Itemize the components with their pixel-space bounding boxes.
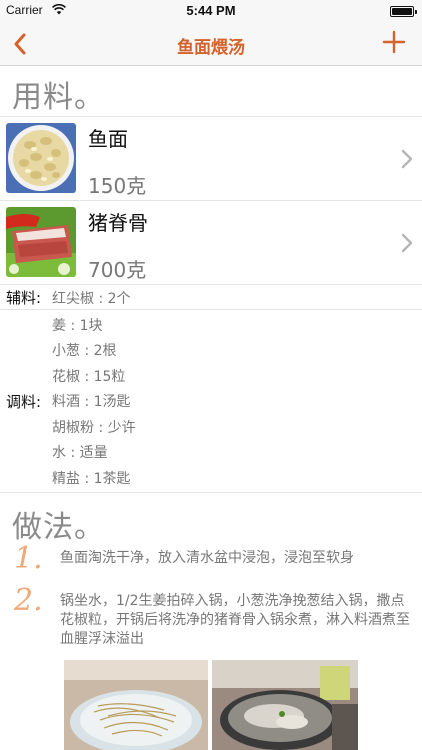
chevron-right-icon [401,149,413,169]
seasoning-item: 花椒 : 15粒 [52,369,126,385]
step-text: 锅坐水，1/2生姜拍碎入锅，小葱洗净挽葱结入锅，撒点花椒粒，开锅后将洗净的猪脊骨… [60,593,410,647]
ingredient-name: 鱼面 [88,127,128,151]
seasoning-item: 姜 : 1块 [52,318,103,334]
battery-icon [390,6,417,17]
divider [0,492,422,493]
chevron-right-icon [401,233,413,253]
clock: 5:44 PM [186,3,236,18]
step-text: 鱼面淘洗干净，放入清水盆中浸泡，浸泡至软身 [60,550,354,566]
ingredient-row-pork-spine[interactable]: 猪脊骨 700克 [0,201,422,284]
ingredient-row-fish-noodle[interactable]: 鱼面 150克 [0,117,422,200]
step-number: 2. [14,583,43,618]
ingredients-heading: 用料。 [12,80,105,115]
navigation-bar: 鱼面煨汤 [0,22,422,66]
method-heading: 做法。 [12,510,105,545]
ingredient-quantity: 700克 [88,258,147,282]
seasoning-item: 胡椒粉 : 少许 [52,420,136,436]
seasoning-item: 料酒 : 1汤匙 [52,394,131,410]
seasoning-item: 水 : 适量 [52,445,108,461]
seasoning-label: 调料: [6,393,42,411]
seasoning-item: 精盐 : 1茶匙 [52,471,131,487]
step-photo-noodles-soaking [64,660,208,750]
step-number: 1. [14,541,43,576]
page-title: 鱼面煨汤 [177,38,245,58]
seasoning-item: 小葱 : 2根 [52,343,117,359]
pork-spine-image [6,207,76,277]
step-photo-pork-boiling [212,660,358,750]
divider [0,309,422,310]
fish-noodle-image [6,123,76,193]
status-bar: Carrier 5:44 PM [0,0,422,22]
divider [0,284,422,285]
aux-label: 辅料: [6,289,42,307]
aux-item: 红尖椒 : 2个 [52,291,131,307]
ingredient-name: 猪脊骨 [88,211,148,235]
ingredient-quantity: 150克 [88,174,147,198]
add-plus-icon[interactable] [382,30,406,54]
